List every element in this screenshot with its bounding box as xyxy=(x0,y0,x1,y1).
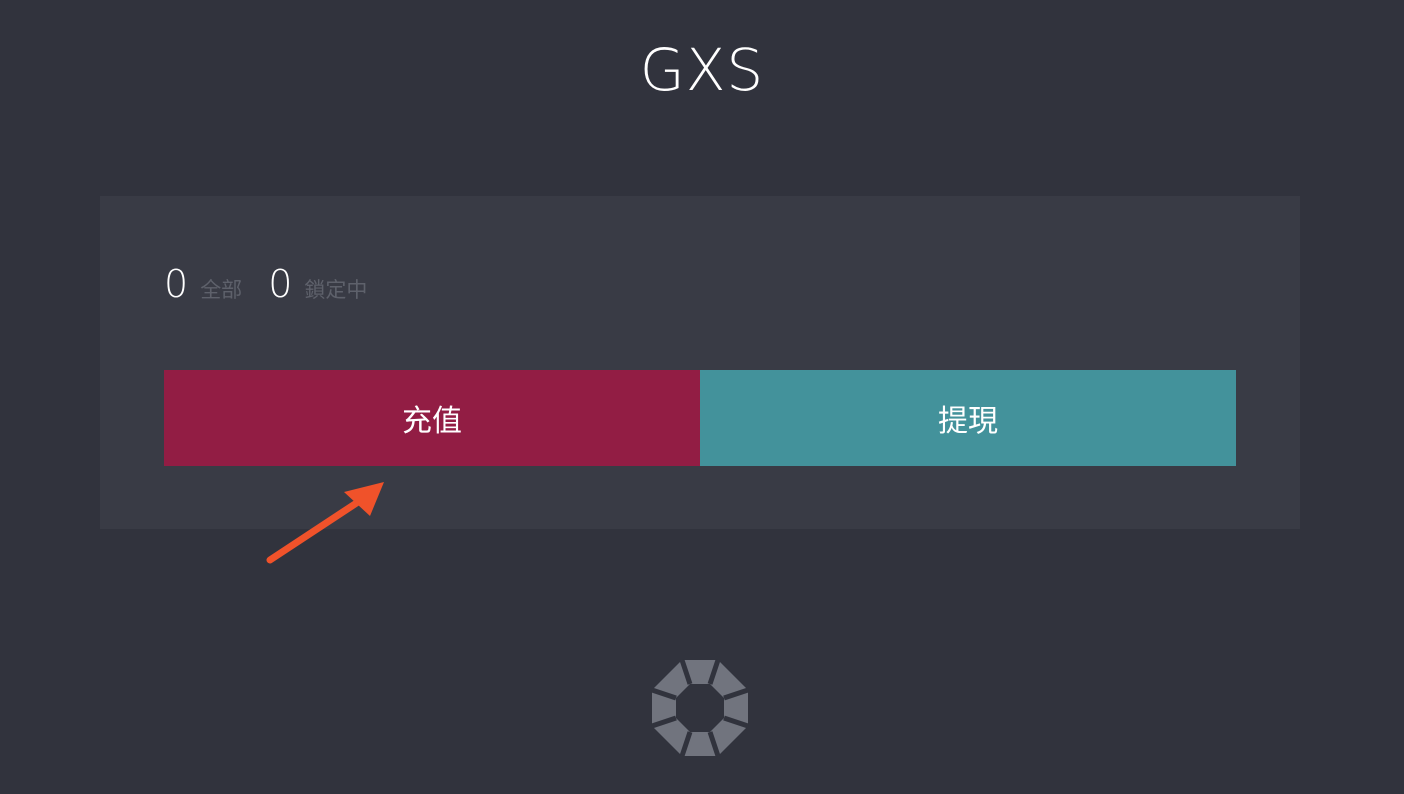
total-balance-label: 全部 xyxy=(200,278,243,302)
page: GXS 0 全部 0 鎖定中 充值 提現 xyxy=(0,0,1404,794)
page-title: GXS xyxy=(639,36,765,104)
action-buttons: 充值 提現 xyxy=(164,370,1236,466)
deposit-button-label: 充值 xyxy=(402,404,462,439)
locked-balance-value: 0 xyxy=(268,262,293,306)
withdraw-button-label: 提現 xyxy=(938,404,998,439)
arrow-pointer-icon xyxy=(266,482,384,564)
deposit-button[interactable]: 充值 xyxy=(164,370,700,466)
aperture-logo-icon xyxy=(651,659,749,757)
total-balance-value: 0 xyxy=(164,262,189,306)
withdraw-button[interactable]: 提現 xyxy=(700,370,1236,466)
locked-balance-label: 鎖定中 xyxy=(304,278,368,302)
balance-summary: 0 全部 0 鎖定中 xyxy=(164,260,367,308)
